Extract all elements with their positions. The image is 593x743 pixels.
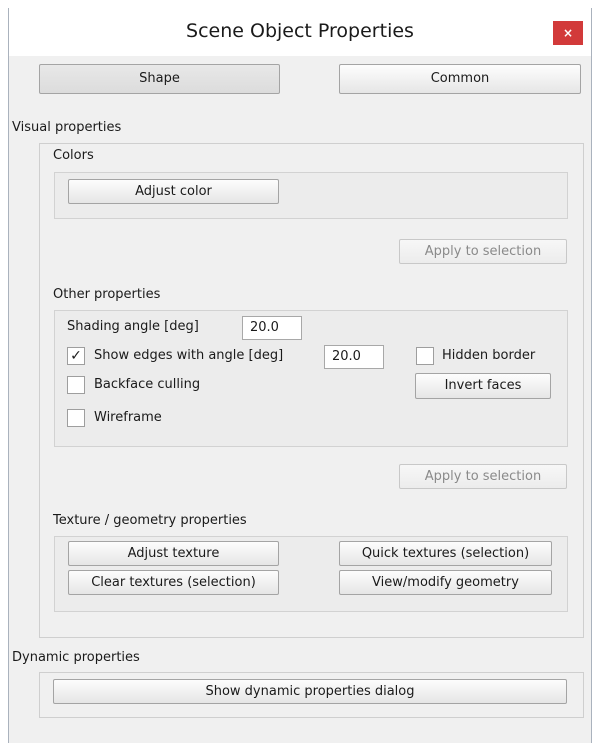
other-apply-label: Apply to selection (424, 469, 542, 484)
show-edges-angle-input[interactable]: 20.0 (324, 345, 384, 369)
shading-angle-input[interactable]: 20.0 (242, 316, 302, 340)
backface-culling-checkbox[interactable] (67, 376, 85, 394)
visual-properties-heading: Visual properties (12, 120, 122, 135)
clear-textures-label: Clear textures (selection) (91, 575, 256, 590)
tab-common[interactable]: Common (339, 64, 581, 94)
window-title: Scene Object Properties (186, 20, 414, 42)
backface-culling-label: Backface culling (94, 377, 201, 392)
adjust-color-button[interactable]: Adjust color (68, 179, 279, 204)
show-dynamic-properties-label: Show dynamic properties dialog (205, 684, 415, 699)
colors-apply-label: Apply to selection (424, 244, 542, 259)
adjust-texture-label: Adjust texture (127, 546, 220, 561)
title-bar[interactable]: Scene Object Properties × (9, 8, 591, 56)
tab-shape-label: Shape (139, 71, 180, 86)
hidden-border-label: Hidden border (442, 348, 536, 363)
dynamic-properties-heading: Dynamic properties (12, 650, 140, 665)
adjust-color-label: Adjust color (135, 184, 212, 199)
tab-shape[interactable]: Shape (39, 64, 280, 94)
other-properties-heading: Other properties (53, 287, 161, 302)
adjust-texture-button[interactable]: Adjust texture (68, 541, 279, 566)
view-geometry-button[interactable]: View/modify geometry (339, 570, 552, 595)
properties-window: Scene Object Properties × Shape Common V… (8, 8, 592, 743)
shading-angle-label: Shading angle [deg] (67, 319, 199, 334)
quick-textures-label: Quick textures (selection) (361, 546, 530, 561)
other-apply-button[interactable]: Apply to selection (399, 464, 567, 489)
colors-heading: Colors (53, 148, 94, 163)
show-dynamic-properties-button[interactable]: Show dynamic properties dialog (53, 679, 567, 704)
clear-textures-button[interactable]: Clear textures (selection) (68, 570, 279, 595)
wireframe-checkbox[interactable] (67, 409, 85, 427)
invert-faces-button[interactable]: Invert faces (415, 373, 551, 399)
wireframe-label: Wireframe (94, 410, 162, 425)
tab-common-label: Common (430, 71, 490, 86)
view-geometry-label: View/modify geometry (372, 575, 519, 590)
hidden-border-checkbox[interactable] (416, 347, 434, 365)
show-edges-checkbox[interactable]: ✓ (67, 347, 85, 365)
quick-textures-button[interactable]: Quick textures (selection) (339, 541, 552, 566)
invert-faces-label: Invert faces (444, 378, 522, 393)
close-icon[interactable]: × (553, 21, 583, 45)
texture-geometry-heading: Texture / geometry properties (53, 513, 247, 528)
show-edges-label: Show edges with angle [deg] (94, 348, 284, 363)
colors-apply-button[interactable]: Apply to selection (399, 239, 567, 264)
